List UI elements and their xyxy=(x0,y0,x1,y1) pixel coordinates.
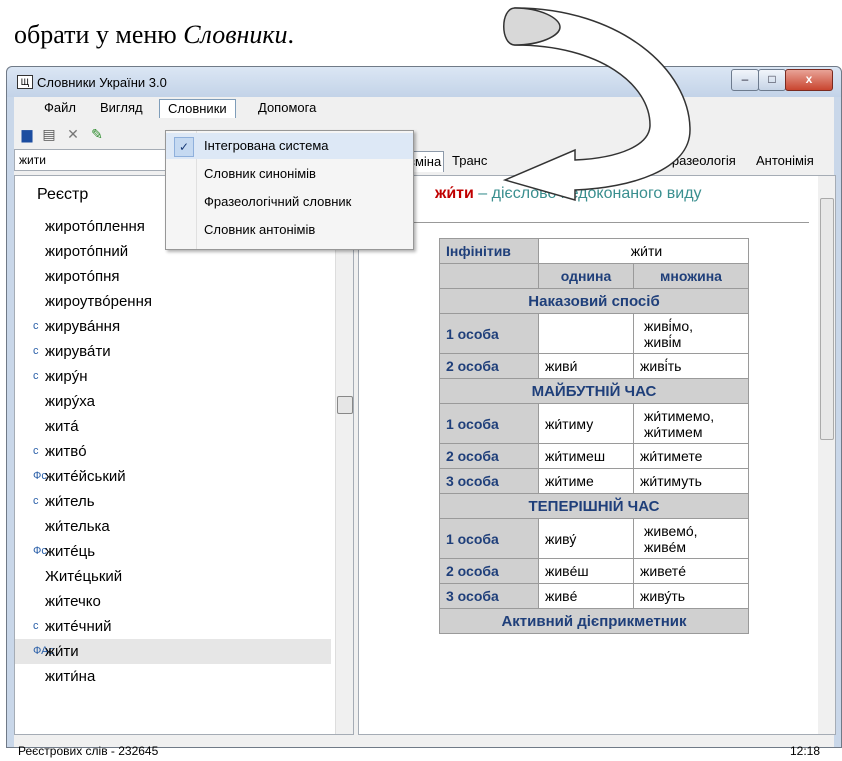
col-singular: однина xyxy=(537,263,635,289)
tab-bar: зміна Транс нія Фразеологія Антонімія xyxy=(406,149,834,172)
divider xyxy=(371,222,809,223)
list-item[interactable]: жи́течко xyxy=(15,589,331,614)
maximize-button[interactable]: □ xyxy=(758,69,786,91)
list-item[interactable]: жиротóпня xyxy=(15,264,331,289)
list-item[interactable]: Житéцький xyxy=(15,564,331,589)
article-panel: жи́ти – дієслово недоконаного виду Інфін… xyxy=(358,175,836,735)
list-item[interactable]: житá xyxy=(15,414,331,439)
pin-icon[interactable]: ✎ xyxy=(88,125,106,143)
close-button[interactable]: x xyxy=(785,69,833,91)
minimize-button[interactable]: – xyxy=(731,69,759,91)
list-item[interactable]: жирýха xyxy=(15,389,331,414)
entry-word: жи́телька xyxy=(45,518,110,535)
list-item[interactable]: с жирýн xyxy=(15,364,331,389)
register-title: Реєстр xyxy=(37,186,89,203)
infinitive-label: Інфінітив xyxy=(439,238,539,264)
section-future: МАЙБУТНІЙ ЧАС xyxy=(439,378,749,404)
window-title: Словники України 3.0 xyxy=(37,75,167,90)
entry-mark: с xyxy=(33,495,39,507)
title-bar[interactable]: Щ Словники України 3.0 – □ x xyxy=(7,67,841,97)
section-present: ТЕПЕРІШНІЙ ЧАС xyxy=(439,493,749,519)
menu-dictionaries[interactable]: Словники xyxy=(159,99,236,118)
menu-option-integrated[interactable]: ✓ Інтегрована система xyxy=(166,133,413,159)
entry-word: жиротóплення xyxy=(45,218,145,235)
tools-icon[interactable]: ✕ xyxy=(64,125,82,143)
entry-word: житéйський xyxy=(45,468,126,485)
app-window: Щ Словники України 3.0 – □ x Файл Вигляд… xyxy=(6,66,842,758)
instruction-caption: обрати у меню Словники. xyxy=(14,20,295,49)
entry-word: жирувáння xyxy=(45,318,121,335)
entry-word: жиротóпня xyxy=(45,268,120,285)
toolbar: ▆ ▤ ✕ ✎ xyxy=(14,121,834,147)
entry-word: жити́на xyxy=(45,668,96,685)
save-icon[interactable]: ▆ xyxy=(18,125,36,143)
list-item[interactable]: Фс житéйський xyxy=(15,464,331,489)
menu-help[interactable]: Допомога xyxy=(250,99,324,117)
status-bar: Реєстрових слів - 232645 12:18 xyxy=(14,741,834,761)
client-area: Файл Вигляд Словники Допомога ▆ ▤ ✕ ✎ жи… xyxy=(14,97,836,758)
check-icon: ✓ xyxy=(174,137,194,157)
entry-word: житвó xyxy=(45,443,87,460)
list-item[interactable]: с жи́тель xyxy=(15,489,331,514)
entry-mark: с xyxy=(33,620,39,632)
menu-option-phraseology[interactable]: Фразеологічний словник xyxy=(166,189,413,215)
menu-bar: Файл Вигляд Словники Допомога xyxy=(14,97,834,119)
entry-word: жи́течко xyxy=(45,593,101,610)
clock-status: 12:18 xyxy=(789,744,820,758)
entry-word: житéчний xyxy=(45,618,112,635)
menu-file[interactable]: Файл xyxy=(36,99,84,117)
menu-option-antonyms[interactable]: Словник антонімів xyxy=(166,217,413,243)
list-item[interactable]: ФАс жи́ти xyxy=(15,639,331,664)
tab-transcription[interactable]: Транс xyxy=(450,151,489,171)
conjugation-table: Інфінітив жи́ти однина множина Наказовий с… xyxy=(439,238,749,634)
list-item[interactable]: с жирувáння xyxy=(15,314,331,339)
entry-word: жиротóпний xyxy=(45,243,129,260)
article-scrollbar[interactable] xyxy=(818,176,835,734)
entry-word: Житéцький xyxy=(45,568,123,585)
entry-word: жи́ти xyxy=(45,643,79,660)
list-item[interactable]: жи́телька xyxy=(15,514,331,539)
menu-option-synonyms[interactable]: Словник синонімів xyxy=(166,161,413,187)
list-item[interactable]: жироутвóрення xyxy=(15,289,331,314)
tab-antonymy[interactable]: Антонімія xyxy=(754,151,816,171)
tab-synonymy[interactable]: нія xyxy=(618,151,639,171)
list-item[interactable]: Фс житéць xyxy=(15,539,331,564)
entry-word: жи́тель xyxy=(45,493,95,510)
article-scroll-thumb[interactable] xyxy=(820,198,834,440)
entry-mark: с xyxy=(33,445,39,457)
app-icon: Щ xyxy=(17,75,33,89)
entry-word: жирýн xyxy=(45,368,88,385)
list-item[interactable]: с житвó xyxy=(15,439,331,464)
register-scrollbar[interactable] xyxy=(335,176,353,734)
list-item[interactable]: с житéчний xyxy=(15,614,331,639)
entry-word: жироутвóрення xyxy=(45,293,152,310)
register-panel: Реєстр жиротóплення жиротóпний жиротóпня жи… xyxy=(14,175,354,735)
entry-mark: с xyxy=(33,320,39,332)
dictionaries-dropdown: ✓ Інтегрована система Словник синонімів … xyxy=(165,130,414,250)
entry-word: жирувáти xyxy=(45,343,111,360)
list-item[interactable]: жити́на xyxy=(15,664,331,689)
register-scroll-thumb[interactable] xyxy=(337,396,353,414)
menu-view[interactable]: Вигляд xyxy=(92,99,151,117)
headword: жи́ти – дієслово недоконаного виду xyxy=(435,185,702,202)
col-plural: множина xyxy=(633,263,749,289)
entry-word: жирýха xyxy=(45,393,95,410)
section-participle: Активний дієприкметник xyxy=(439,608,749,634)
entry-word: житá xyxy=(45,418,79,435)
section-imperative: Наказовий спосіб xyxy=(439,288,749,314)
infinitive-value: жи́ти xyxy=(538,238,749,264)
list-item[interactable]: с жирувáти xyxy=(15,339,331,364)
word-count-status: Реєстрових слів - 232645 xyxy=(18,744,159,758)
entry-mark: с xyxy=(33,345,39,357)
tab-phraseology[interactable]: Фразеологія xyxy=(660,151,738,171)
print-icon[interactable]: ▤ xyxy=(40,125,58,143)
entry-mark: с xyxy=(33,370,39,382)
entry-word: житéць xyxy=(45,543,96,560)
